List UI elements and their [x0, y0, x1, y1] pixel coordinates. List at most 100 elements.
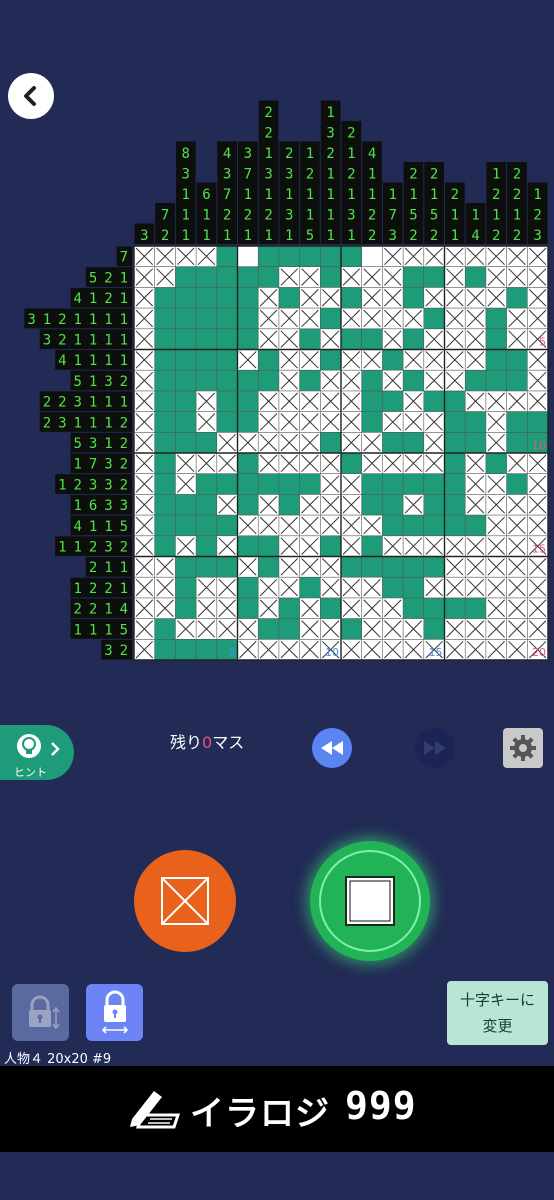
- filled-cell[interactable]: [237, 287, 259, 309]
- filled-cell[interactable]: [382, 515, 404, 536]
- filled-cell[interactable]: [485, 370, 507, 391]
- filled-cell[interactable]: [361, 556, 383, 578]
- filled-cell[interactable]: [196, 535, 217, 557]
- filled-cell[interactable]: [485, 453, 507, 474]
- filled-cell[interactable]: [320, 246, 341, 267]
- filled-cell[interactable]: [154, 494, 176, 516]
- filled-cell[interactable]: [506, 473, 528, 495]
- filled-cell[interactable]: [175, 515, 197, 536]
- filled-cell[interactable]: [444, 515, 466, 536]
- filled-cell[interactable]: [196, 328, 217, 350]
- undo-button[interactable]: [312, 728, 352, 768]
- filled-cell[interactable]: [299, 370, 321, 391]
- filled-cell[interactable]: [320, 308, 341, 329]
- filled-cell[interactable]: [216, 390, 238, 412]
- filled-cell[interactable]: [278, 597, 300, 619]
- filled-cell[interactable]: [196, 432, 217, 453]
- filled-cell[interactable]: [196, 473, 217, 495]
- filled-cell[interactable]: [465, 370, 486, 391]
- lock-horizontal-button[interactable]: [86, 984, 143, 1041]
- filled-cell[interactable]: [403, 432, 424, 453]
- filled-cell[interactable]: [341, 556, 362, 578]
- filled-cell[interactable]: [237, 535, 259, 557]
- filled-cell[interactable]: [175, 597, 197, 619]
- filled-cell[interactable]: [423, 266, 445, 288]
- filled-cell[interactable]: [403, 577, 424, 598]
- puzzle-board[interactable]: 3728311161143721371212213121231311211513…: [0, 0, 554, 700]
- filled-cell[interactable]: [196, 556, 217, 578]
- filled-cell[interactable]: [154, 328, 176, 350]
- filled-cell[interactable]: [154, 535, 176, 557]
- filled-cell[interactable]: [299, 473, 321, 495]
- filled-cell[interactable]: [423, 308, 445, 329]
- filled-cell[interactable]: [361, 535, 383, 557]
- filled-cell[interactable]: [216, 473, 238, 495]
- filled-cell[interactable]: [444, 432, 466, 453]
- filled-cell[interactable]: [465, 515, 486, 536]
- filled-cell[interactable]: [320, 432, 341, 453]
- filled-cell[interactable]: [237, 453, 259, 474]
- settings-button[interactable]: [503, 728, 543, 768]
- filled-cell[interactable]: [237, 328, 259, 350]
- filled-cell[interactable]: [403, 556, 424, 578]
- filled-cell[interactable]: [444, 494, 466, 516]
- filled-cell[interactable]: [485, 308, 507, 329]
- filled-cell[interactable]: [154, 639, 176, 660]
- filled-cell[interactable]: [154, 349, 176, 371]
- filled-cell[interactable]: [465, 411, 486, 433]
- filled-cell[interactable]: [154, 473, 176, 495]
- filled-cell[interactable]: [423, 390, 445, 412]
- filled-cell[interactable]: [237, 390, 259, 412]
- filled-cell[interactable]: [382, 577, 404, 598]
- filled-cell[interactable]: [154, 370, 176, 391]
- filled-cell[interactable]: [237, 597, 259, 619]
- filled-cell[interactable]: [465, 266, 486, 288]
- filled-cell[interactable]: [154, 287, 176, 309]
- filled-cell[interactable]: [423, 618, 445, 640]
- filled-cell[interactable]: [485, 349, 507, 371]
- filled-cell[interactable]: [237, 411, 259, 433]
- filled-cell[interactable]: [299, 246, 321, 267]
- filled-cell[interactable]: [506, 349, 528, 371]
- filled-cell[interactable]: [216, 515, 238, 536]
- filled-cell[interactable]: [175, 370, 197, 391]
- filled-cell[interactable]: [175, 308, 197, 329]
- filled-cell[interactable]: [154, 515, 176, 536]
- filled-cell[interactable]: [382, 473, 404, 495]
- filled-cell[interactable]: [465, 597, 486, 619]
- dpad-toggle-button[interactable]: 十字キーに 変更: [447, 981, 548, 1045]
- redo-button[interactable]: [415, 728, 455, 768]
- filled-cell[interactable]: [216, 308, 238, 329]
- filled-cell[interactable]: [444, 597, 466, 619]
- filled-cell[interactable]: [154, 390, 176, 412]
- filled-cell[interactable]: [506, 370, 528, 391]
- filled-cell[interactable]: [216, 411, 238, 433]
- filled-cell[interactable]: [258, 266, 279, 288]
- filled-cell[interactable]: [423, 515, 445, 536]
- filled-cell[interactable]: [403, 287, 424, 309]
- filled-cell[interactable]: [341, 287, 362, 309]
- filled-cell[interactable]: [423, 494, 445, 516]
- filled-cell[interactable]: [506, 287, 528, 309]
- filled-cell[interactable]: [154, 308, 176, 329]
- filled-cell[interactable]: [196, 349, 217, 371]
- filled-cell[interactable]: [444, 453, 466, 474]
- filled-cell[interactable]: [320, 266, 341, 288]
- filled-cell[interactable]: [154, 618, 176, 640]
- filled-cell[interactable]: [299, 328, 321, 350]
- filled-cell[interactable]: [382, 556, 404, 578]
- filled-cell[interactable]: [175, 349, 197, 371]
- filled-cell[interactable]: [237, 308, 259, 329]
- filled-cell[interactable]: [278, 473, 300, 495]
- filled-cell[interactable]: [196, 370, 217, 391]
- filled-cell[interactable]: [403, 328, 424, 350]
- filled-cell[interactable]: [299, 577, 321, 598]
- filled-cell[interactable]: [216, 246, 238, 267]
- filled-cell[interactable]: [237, 473, 259, 495]
- filled-cell[interactable]: [175, 328, 197, 350]
- filled-cell[interactable]: [465, 432, 486, 453]
- filled-cell[interactable]: [258, 556, 279, 578]
- filled-cell[interactable]: [175, 266, 197, 288]
- filled-cell[interactable]: [403, 515, 424, 536]
- filled-cell[interactable]: [258, 370, 279, 391]
